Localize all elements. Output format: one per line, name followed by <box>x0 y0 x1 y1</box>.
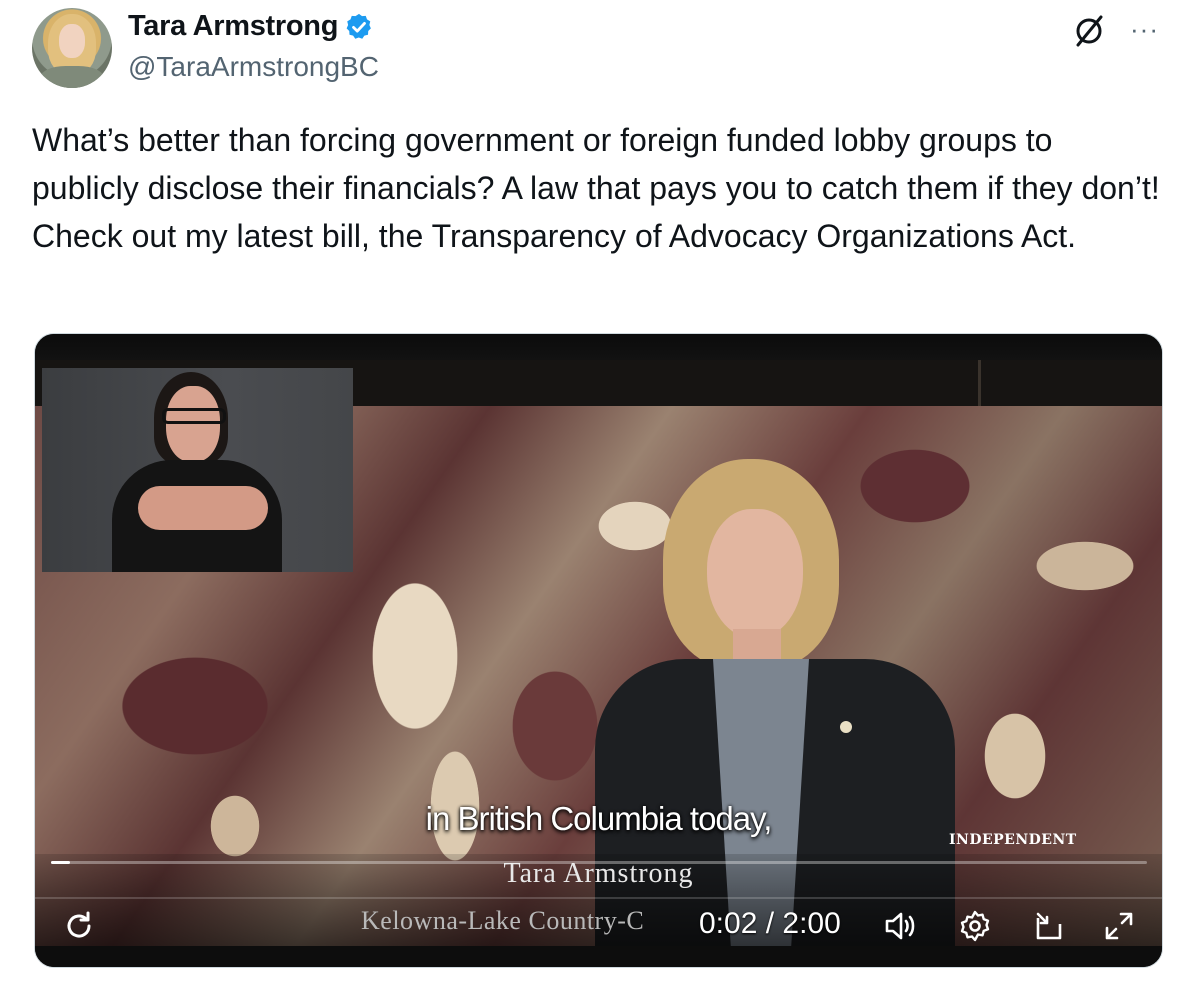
riding-overlay: Kelowna-Lake Country-C <box>361 906 645 935</box>
avatar-face <box>59 24 85 58</box>
interpreter-glasses <box>162 408 226 424</box>
author-avatar[interactable] <box>32 8 112 88</box>
interpreter-face <box>166 386 220 462</box>
video-progress-fill <box>51 861 70 864</box>
verified-badge-icon <box>344 12 374 42</box>
tweet-text: What’s better than forcing government or… <box>32 122 1160 254</box>
replay-icon[interactable] <box>57 906 101 946</box>
sign-language-interpreter-inset <box>42 368 353 572</box>
grok-slash-icon[interactable] <box>1070 12 1108 50</box>
video-player[interactable]: in British Columbia today, INDEPENDENT T… <box>34 333 1163 968</box>
author-info: Tara Armstrong @TaraArmstrongBC <box>128 10 379 83</box>
party-tag: INDEPENDENT <box>949 832 1077 848</box>
picture-in-picture-icon[interactable] <box>1027 906 1071 946</box>
more-options-icon[interactable]: ··· <box>1130 14 1159 45</box>
volume-icon[interactable] <box>879 906 923 946</box>
video-bottom-band <box>35 946 1162 967</box>
fullscreen-icon[interactable] <box>1097 906 1141 946</box>
speaker-face <box>707 509 803 639</box>
settings-gear-icon[interactable] <box>953 906 997 946</box>
display-name-row: Tara Armstrong <box>128 10 379 43</box>
controls-divider <box>35 897 1162 899</box>
video-progress-bar[interactable] <box>51 861 1147 864</box>
avatar-shoulders <box>40 66 104 88</box>
author-handle[interactable]: @TaraArmstrongBC <box>128 51 379 83</box>
tweet-card: Tara Armstrong @TaraArmstrongBC ··· What… <box>0 0 1196 1004</box>
interpreter-hands <box>138 486 268 530</box>
author-display-name[interactable]: Tara Armstrong <box>128 10 338 43</box>
video-time-display: 0:02 / 2:00 <box>699 907 841 940</box>
speaker-pin <box>840 721 852 733</box>
